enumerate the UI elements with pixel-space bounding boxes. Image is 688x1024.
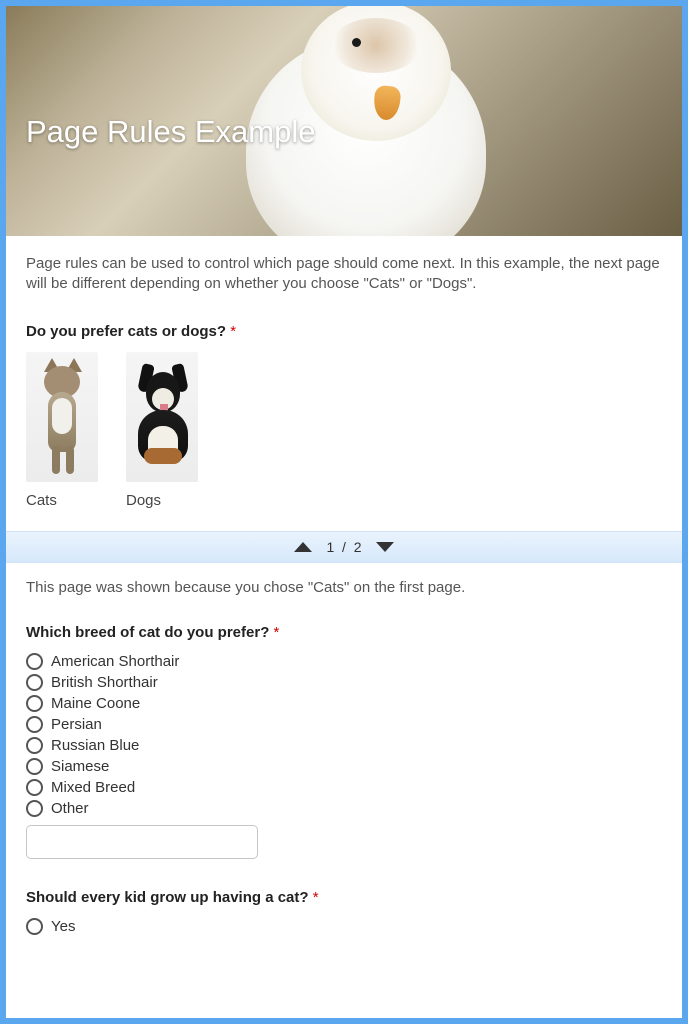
radio-icon [26,695,43,712]
q1-label: Do you prefer cats or dogs? * [26,323,662,340]
required-asterisk: * [230,323,236,340]
cat-image [26,352,98,482]
required-asterisk: * [274,624,280,641]
dog-image [126,352,198,482]
q1-option-label: Dogs [126,492,198,509]
q2-option-label: Other [51,800,89,817]
q1-option-cats[interactable]: Cats [26,352,98,509]
radio-icon [26,716,43,733]
q1-option-label: Cats [26,492,98,509]
q2-option[interactable]: Maine Coone [26,695,662,712]
q3-text: Should every kid grow up having a cat? [26,889,309,906]
page-1: Page rules can be used to control which … [6,236,682,531]
q3-option-label: Yes [51,918,75,935]
radio-icon [26,779,43,796]
q2-options: American Shorthair British Shorthair Mai… [26,653,662,817]
radio-icon [26,758,43,775]
page-total: 2 [354,539,362,555]
page-2: This page was shown because you chose "C… [6,563,682,1019]
radio-icon [26,918,43,935]
form-title: Page Rules Example [26,114,316,150]
q1-option-dogs[interactable]: Dogs [126,352,198,509]
page-nav: 1 / 2 [6,531,682,563]
q2-option[interactable]: Russian Blue [26,737,662,754]
radio-icon [26,653,43,670]
q2-option-label: Maine Coone [51,695,140,712]
page-sep: / [342,539,346,555]
q2-option[interactable]: Other [26,800,662,817]
q2-option[interactable]: Persian [26,716,662,733]
q2-option-label: Mixed Breed [51,779,135,796]
radio-icon [26,737,43,754]
page-2-explain: This page was shown because you chose "C… [26,579,662,596]
prev-page-icon[interactable] [294,542,312,552]
q2-option-label: Russian Blue [51,737,139,754]
radio-icon [26,674,43,691]
radio-icon [26,800,43,817]
q3-option[interactable]: Yes [26,918,662,935]
hero-banner: Page Rules Example [6,6,682,236]
q2-other-input[interactable] [26,825,258,859]
page-1-intro: Page rules can be used to control which … [26,254,662,295]
q2-option[interactable]: Mixed Breed [26,779,662,796]
q3-label: Should every kid grow up having a cat? * [26,889,662,906]
q2-option-label: American Shorthair [51,653,179,670]
q2-option[interactable]: Siamese [26,758,662,775]
q1-text: Do you prefer cats or dogs? [26,323,226,340]
next-page-icon[interactable] [376,542,394,552]
q2-option[interactable]: American Shorthair [26,653,662,670]
q2-option-label: British Shorthair [51,674,158,691]
page-current: 1 [326,539,334,555]
q2-label: Which breed of cat do you prefer? * [26,624,662,641]
page-indicator: 1 / 2 [326,539,361,555]
q2-option[interactable]: British Shorthair [26,674,662,691]
q2-text: Which breed of cat do you prefer? [26,624,269,641]
form-viewport: Page Rules Example Page rules can be use… [0,0,688,1024]
required-asterisk: * [313,889,319,906]
q2-option-label: Persian [51,716,102,733]
q1-options: Cats Dogs [26,352,662,509]
q2-option-label: Siamese [51,758,109,775]
q3-options: Yes [26,918,662,935]
